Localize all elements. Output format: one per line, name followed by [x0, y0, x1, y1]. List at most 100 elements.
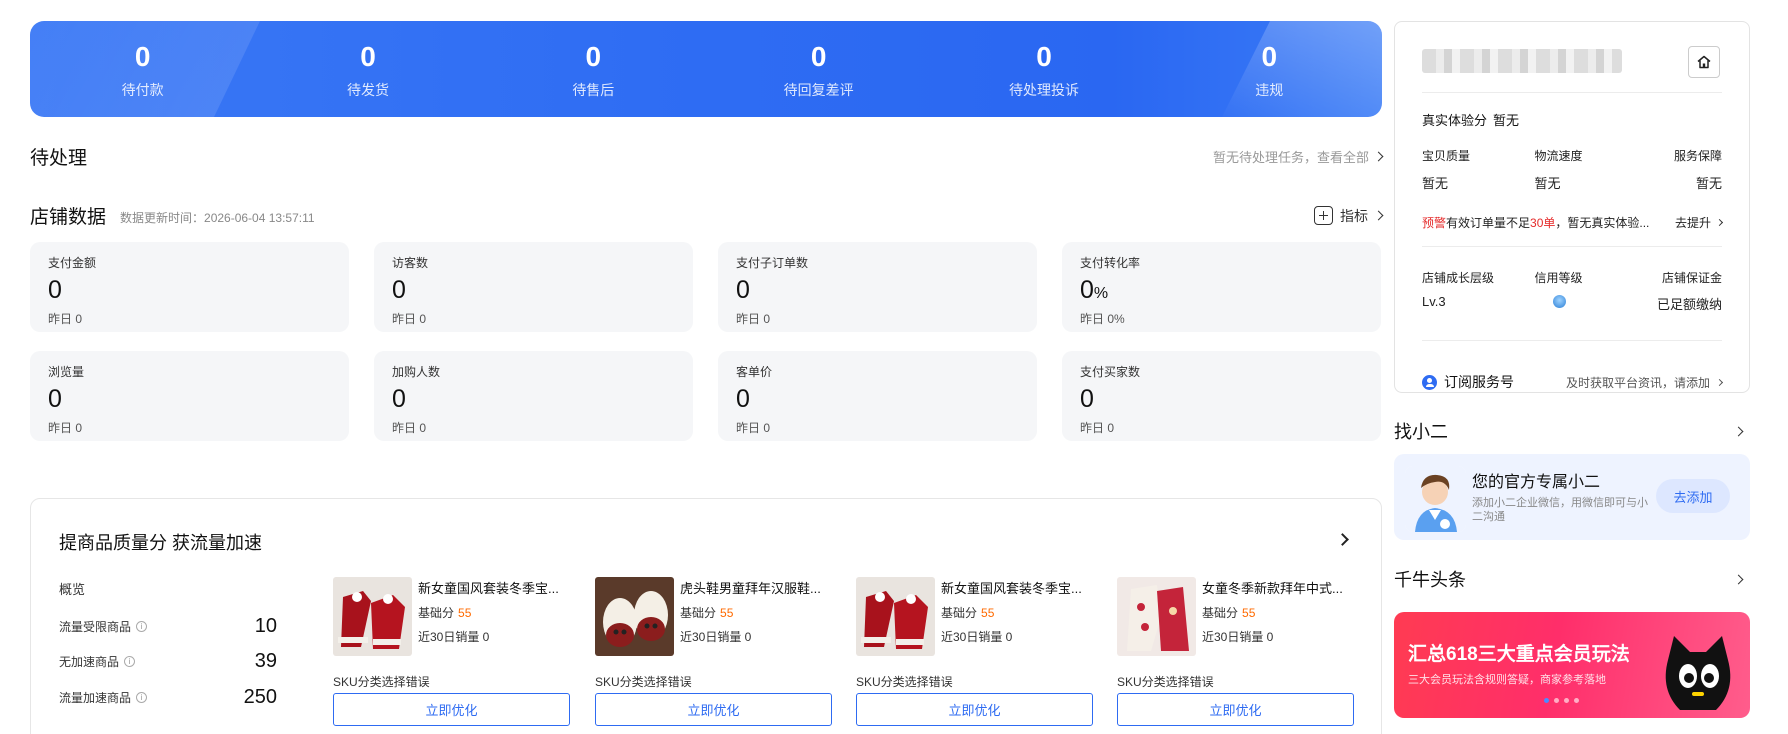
optimize-button[interactable]: 立即优化: [856, 693, 1093, 726]
sub-label: 服务保障: [1673, 149, 1722, 163]
product-issue: SKU分类选择错误: [856, 675, 953, 689]
optimize-button[interactable]: 立即优化: [595, 693, 832, 726]
banner-subtitle: 三大会员玩法含规则答疑，商家参考落地: [1408, 674, 1606, 686]
deposit-status[interactable]: 已足额缴纳: [1627, 294, 1722, 313]
stat-pending-shipment[interactable]: 0 待发货: [255, 21, 480, 117]
product-name[interactable]: 虎头鞋男童拜年汉服鞋...: [680, 578, 832, 597]
product-image[interactable]: [595, 577, 674, 656]
carousel-dot[interactable]: [1574, 698, 1579, 703]
metric-yesterday: 昨日 0: [392, 312, 427, 326]
chevron-right-icon: [1715, 378, 1724, 386]
pending-section-header: 待处理 暂无待处理任务，查看全部: [30, 143, 1384, 170]
row-label: 流量受限商品: [59, 620, 132, 634]
overview-label: 概览: [59, 582, 86, 597]
carousel-dot[interactable]: [1554, 698, 1559, 703]
credit-level[interactable]: [1525, 294, 1620, 313]
metric-yesterday: 昨日 0: [736, 421, 771, 435]
subscribe-hint: 及时获取平台资讯，请添加: [1565, 375, 1710, 390]
product-score: 基础分 55: [941, 606, 995, 620]
xiaoer-avatar: [1405, 466, 1466, 532]
chevron-right-icon[interactable]: [1336, 533, 1349, 546]
warning-text: 预警有效订单量不足30单，暂无真实体验...: [1422, 216, 1650, 230]
metric-value: 0: [736, 385, 750, 413]
experience-sub-labels: 宝贝质量 物流速度 服务保障: [1422, 147, 1722, 164]
stat-label: 待处理投诉: [1008, 81, 1079, 98]
stat-pending-payment[interactable]: 0 待付款: [30, 21, 255, 117]
metric-value: 0: [48, 276, 62, 304]
add-xiaoer-button[interactable]: 去添加: [1656, 479, 1730, 513]
info-icon[interactable]: i: [136, 621, 148, 632]
row-value: 39: [254, 650, 277, 672]
optimize-button[interactable]: 立即优化: [1117, 693, 1354, 726]
stat-value: 0: [810, 40, 827, 72]
metric-value: 0: [1080, 385, 1094, 413]
find-xiaoer-header[interactable]: 找小二: [1394, 418, 1750, 444]
shop-home-button[interactable]: [1688, 46, 1720, 78]
sub-label: 物流速度: [1534, 149, 1583, 163]
growth-level[interactable]: Lv.3: [1422, 294, 1517, 313]
carousel-dot[interactable]: [1564, 698, 1569, 703]
growth-labels: 店铺成长层级 信用等级 店铺保证金: [1422, 269, 1722, 286]
metric-yesterday: 昨日 0: [736, 312, 771, 326]
product-sales: 近30日销量 0: [941, 630, 1013, 644]
info-icon[interactable]: i: [136, 692, 148, 703]
metric-card-pay-amount[interactable]: 支付金额 0 昨日 0: [30, 242, 349, 332]
order-status-banner: 0 待付款 0 待发货 0 待售后 0 待回复差评 0 待处理投诉 0 违规: [30, 21, 1382, 117]
product-score: 基础分 55: [680, 606, 734, 620]
product-name[interactable]: 新女童国风套装冬季宝...: [941, 578, 1093, 597]
metric-card-visitors[interactable]: 访客数 0 昨日 0: [374, 242, 693, 332]
carousel-dots: [1544, 698, 1579, 703]
metric-label: 访客数: [392, 256, 429, 270]
headline-banner[interactable]: 汇总618三大重点会员玩法 三大会员玩法含规则答疑，商家参考落地: [1394, 612, 1750, 718]
stat-row-boosted: 流量加速商品 i 250: [59, 686, 277, 709]
metric-card-conversion-rate[interactable]: 支付转化率 0% 昨日 0%: [1062, 242, 1381, 332]
carousel-dot[interactable]: [1544, 698, 1549, 703]
metric-yesterday: 昨日 0: [48, 312, 83, 326]
stat-pending-reply-review[interactable]: 0 待回复差评: [706, 21, 931, 117]
metric-label: 客单价: [736, 365, 773, 379]
stat-pending-aftersale[interactable]: 0 待售后: [481, 21, 706, 117]
metric-card-add-to-cart[interactable]: 加购人数 0 昨日 0: [374, 351, 693, 441]
metric-card-page-views[interactable]: 浏览量 0 昨日 0: [30, 351, 349, 441]
optimize-button[interactable]: 立即优化: [333, 693, 570, 726]
product-name[interactable]: 新女童国风套装冬季宝...: [418, 578, 570, 597]
product-name[interactable]: 女童冬季新款拜年中式...: [1202, 578, 1354, 597]
metric-card-paying-buyers[interactable]: 支付买家数 0 昨日 0: [1062, 351, 1381, 441]
find-xiaoer-title: 找小二: [1394, 422, 1448, 442]
info-icon[interactable]: i: [124, 656, 136, 667]
subscribe-service-row[interactable]: 订阅服务号 及时获取平台资讯，请添加: [1422, 372, 1724, 392]
improve-link[interactable]: 去提升: [1675, 214, 1724, 231]
metric-card-sub-orders[interactable]: 支付子订单数 0 昨日 0: [718, 242, 1037, 332]
metric-label: 支付买家数: [1080, 365, 1141, 379]
stat-value: 0: [134, 40, 151, 72]
stat-row-restricted: 流量受限商品 i 10: [59, 615, 277, 638]
product-image[interactable]: [1117, 577, 1196, 656]
stat-pending-complaint[interactable]: 0 待处理投诉: [931, 21, 1156, 117]
chevron-right-icon: [1715, 218, 1724, 227]
sub-value: 暂无: [1422, 176, 1449, 191]
banner-title: 汇总618三大重点会员玩法: [1408, 644, 1630, 665]
metrics-grid: 支付金额 0 昨日 0 访客数 0 昨日 0 支付子订单数 0 昨日 0 支付转化率 0% 昨日…: [30, 242, 1382, 441]
product-image[interactable]: [333, 577, 412, 656]
qianniu-headlines-header[interactable]: 千牛头条: [1394, 566, 1750, 592]
view-all-pending-link[interactable]: 暂无待处理任务，查看全部: [1213, 147, 1384, 166]
product-sales: 近30日销量 0: [418, 630, 490, 644]
product-image[interactable]: [856, 577, 935, 656]
metric-card-avg-order-value[interactable]: 客单价 0 昨日 0: [718, 351, 1037, 441]
growth-label: 信用等级: [1534, 271, 1583, 285]
credit-diamond-icon: [1552, 295, 1566, 309]
stat-value: 0: [1036, 40, 1052, 72]
divider: [1422, 340, 1722, 341]
product-issue: SKU分类选择错误: [595, 675, 692, 689]
growth-label: 店铺保证金: [1661, 271, 1722, 285]
xiaoer-card: 您的官方专属小二 添加小二企业微信，用微信即可与小二沟通 去添加: [1394, 454, 1750, 540]
product-issue: SKU分类选择错误: [1117, 675, 1214, 689]
metrics-settings-button[interactable]: 指标: [1314, 206, 1384, 226]
divider: [1422, 246, 1722, 247]
row-value: 250: [243, 686, 277, 708]
growth-values: Lv.3 已足额缴纳: [1422, 294, 1722, 313]
row-value: 10: [254, 615, 277, 637]
stat-violation[interactable]: 0 违规: [1157, 21, 1382, 117]
quality-panel-title: 提商品质量分 获流量加速: [59, 533, 262, 553]
metrics-label: 指标: [1340, 207, 1368, 224]
